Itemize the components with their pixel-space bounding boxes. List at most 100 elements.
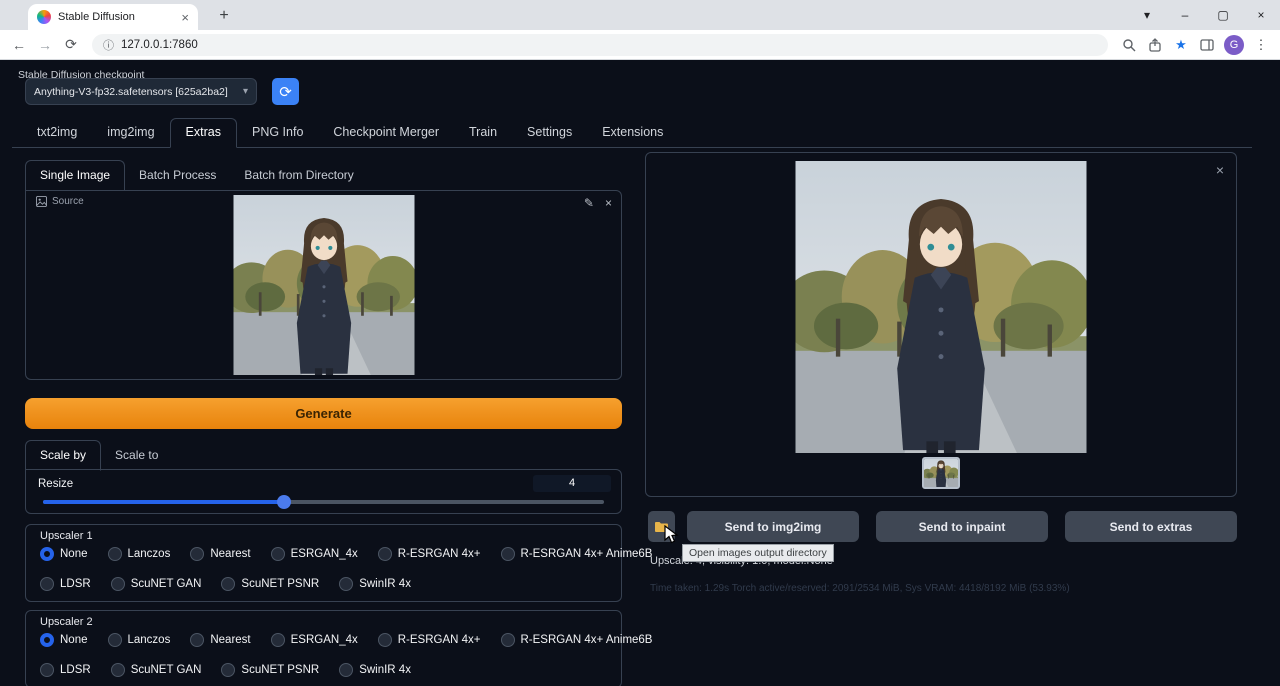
screen: Stable Diffusion × + ▾ – ▢ × ← → ⟳ ⓘ 127… xyxy=(0,0,1280,686)
subtab-batch-process[interactable]: Batch Process xyxy=(125,161,230,190)
subtab-single-image[interactable]: Single Image xyxy=(25,160,125,191)
window-controls: ▾ – ▢ × xyxy=(1128,0,1280,30)
radio-upscaler2-anime6b[interactable]: R-ESRGAN 4x+ Anime6B xyxy=(501,633,653,647)
resize-label: Resize xyxy=(38,478,73,490)
browser-tab-title: Stable Diffusion xyxy=(58,11,174,23)
share-icon[interactable] xyxy=(1142,38,1168,52)
tab-train[interactable]: Train xyxy=(454,119,512,147)
forward-button[interactable]: → xyxy=(32,37,58,53)
chevron-down-icon: ▾ xyxy=(243,86,248,97)
radio-upscaler1-anime6b[interactable]: R-ESRGAN 4x+ Anime6B xyxy=(501,547,653,561)
radio-dot xyxy=(190,547,204,561)
upscaler-1-group: Upscaler 1 None Lanczos Nearest ESRGAN_4… xyxy=(25,524,622,602)
main-tab-bar: txt2img img2img Extras PNG Info Checkpoi… xyxy=(12,120,1252,148)
radio-upscaler1-nearest[interactable]: Nearest xyxy=(190,547,250,561)
radio-upscaler2-ldsr[interactable]: LDSR xyxy=(40,663,91,677)
source-label: Source xyxy=(52,196,84,207)
tab-extras[interactable]: Extras xyxy=(170,118,237,148)
reload-button[interactable]: ⟳ xyxy=(58,36,84,53)
tab-png-info[interactable]: PNG Info xyxy=(237,119,318,147)
result-thumbnail[interactable] xyxy=(922,457,960,489)
resize-panel: Resize 4 xyxy=(25,469,622,514)
radio-dot xyxy=(221,663,235,677)
radio-upscaler2-esrgan4x[interactable]: ESRGAN_4x xyxy=(271,633,358,647)
radio-upscaler1-ldsr[interactable]: LDSR xyxy=(40,577,91,591)
checkpoint-dropdown[interactable]: Anything-V3-fp32.safetensors [625a2ba2] … xyxy=(25,78,257,105)
app-page: Stable Diffusion checkpoint Anything-V3-… xyxy=(0,60,1280,686)
radio-dot xyxy=(108,547,122,561)
radio-upscaler2-lanczos[interactable]: Lanczos xyxy=(108,633,171,647)
radio-upscaler1-swinir4x[interactable]: SwinIR 4x xyxy=(339,577,411,591)
upscaler-2-label: Upscaler 2 xyxy=(40,616,93,628)
radio-upscaler2-none[interactable]: None xyxy=(40,633,88,647)
source-image-dropzone[interactable]: Source ✎ × xyxy=(25,190,622,380)
resize-slider[interactable] xyxy=(43,500,604,504)
radio-upscaler1-resrgan4x[interactable]: R-ESRGAN 4x+ xyxy=(378,547,481,561)
performance-info-text: Time taken: 1.29s Torch active/reserved:… xyxy=(650,583,1070,594)
send-to-inpaint-button[interactable]: Send to inpaint xyxy=(876,511,1048,542)
radio-dot xyxy=(501,633,515,647)
favicon-icon xyxy=(37,10,51,24)
tab-img2img[interactable]: img2img xyxy=(92,119,169,147)
radio-dot xyxy=(378,633,392,647)
subtab-batch-from-directory[interactable]: Batch from Directory xyxy=(230,161,367,190)
radio-upscaler2-scunet-psnr[interactable]: ScuNET PSNR xyxy=(221,663,319,677)
minimize-button[interactable]: – xyxy=(1166,0,1204,30)
new-tab-button[interactable]: + xyxy=(214,6,234,26)
checkpoint-value: Anything-V3-fp32.safetensors [625a2ba2] xyxy=(34,86,228,98)
radio-dot xyxy=(108,633,122,647)
tab-extensions[interactable]: Extensions xyxy=(587,119,678,147)
bookmark-star-icon[interactable]: ★ xyxy=(1168,37,1194,53)
radio-dot xyxy=(271,633,285,647)
refresh-checkpoint-button[interactable]: ⟳ xyxy=(272,78,299,105)
radio-upscaler1-none[interactable]: None xyxy=(40,547,88,561)
browser-tab[interactable]: Stable Diffusion × xyxy=(28,4,198,30)
radio-dot xyxy=(339,663,353,677)
mouse-cursor xyxy=(664,525,680,550)
side-panel-icon[interactable] xyxy=(1194,38,1220,52)
url-text: 127.0.0.1:7860 xyxy=(121,39,198,51)
radio-upscaler2-resrgan4x[interactable]: R-ESRGAN 4x+ xyxy=(378,633,481,647)
tab-txt2img[interactable]: txt2img xyxy=(22,119,92,147)
zoom-icon[interactable] xyxy=(1116,38,1142,52)
radio-upscaler1-lanczos[interactable]: Lanczos xyxy=(108,547,171,561)
result-gallery: × xyxy=(645,152,1237,497)
slider-handle[interactable] xyxy=(277,495,291,509)
send-to-extras-button[interactable]: Send to extras xyxy=(1065,511,1237,542)
back-button[interactable]: ← xyxy=(6,37,32,53)
radio-upscaler1-scunet-psnr[interactable]: ScuNET PSNR xyxy=(221,577,319,591)
radio-dot xyxy=(40,547,54,561)
tab-settings[interactable]: Settings xyxy=(512,119,587,147)
tab-scale-by[interactable]: Scale by xyxy=(25,440,101,471)
edit-image-icon[interactable]: ✎ xyxy=(584,196,594,210)
radio-upscaler1-esrgan4x[interactable]: ESRGAN_4x xyxy=(271,547,358,561)
source-header: Source xyxy=(36,196,84,207)
maximize-button[interactable]: ▢ xyxy=(1204,0,1242,30)
radio-upscaler2-nearest[interactable]: Nearest xyxy=(190,633,250,647)
tab-checkpoint-merger[interactable]: Checkpoint Merger xyxy=(318,119,454,147)
gallery-close-icon[interactable]: × xyxy=(1216,163,1224,177)
tab-close-icon[interactable]: × xyxy=(181,11,189,24)
browser-toolbar: ← → ⟳ ⓘ 127.0.0.1:7860 ★ G ⋮ xyxy=(0,30,1280,60)
radio-dot xyxy=(111,663,125,677)
extras-subtabs: Single Image Batch Process Batch from Di… xyxy=(25,160,368,190)
radio-upscaler2-scunet-gan[interactable]: ScuNET GAN xyxy=(111,663,202,677)
site-info-icon[interactable]: ⓘ xyxy=(103,37,114,53)
radio-dot xyxy=(40,663,54,677)
address-bar[interactable]: ⓘ 127.0.0.1:7860 xyxy=(92,34,1108,56)
window-close-button[interactable]: × xyxy=(1242,0,1280,30)
slider-fill xyxy=(43,500,284,504)
tab-scale-to[interactable]: Scale to xyxy=(101,441,172,470)
tab-search-icon[interactable]: ▾ xyxy=(1128,0,1166,30)
radio-upscaler1-scunet-gan[interactable]: ScuNET GAN xyxy=(111,577,202,591)
radio-dot xyxy=(111,577,125,591)
browser-menu-icon[interactable]: ⋮ xyxy=(1248,37,1274,53)
profile-avatar[interactable]: G xyxy=(1224,35,1244,55)
radio-upscaler2-swinir4x[interactable]: SwinIR 4x xyxy=(339,663,411,677)
send-to-img2img-button[interactable]: Send to img2img xyxy=(687,511,859,542)
generate-button[interactable]: Generate xyxy=(25,398,622,429)
radio-dot xyxy=(501,547,515,561)
result-image[interactable] xyxy=(796,161,1087,453)
clear-image-icon[interactable]: × xyxy=(605,196,612,210)
resize-number-input[interactable]: 4 xyxy=(533,475,611,492)
